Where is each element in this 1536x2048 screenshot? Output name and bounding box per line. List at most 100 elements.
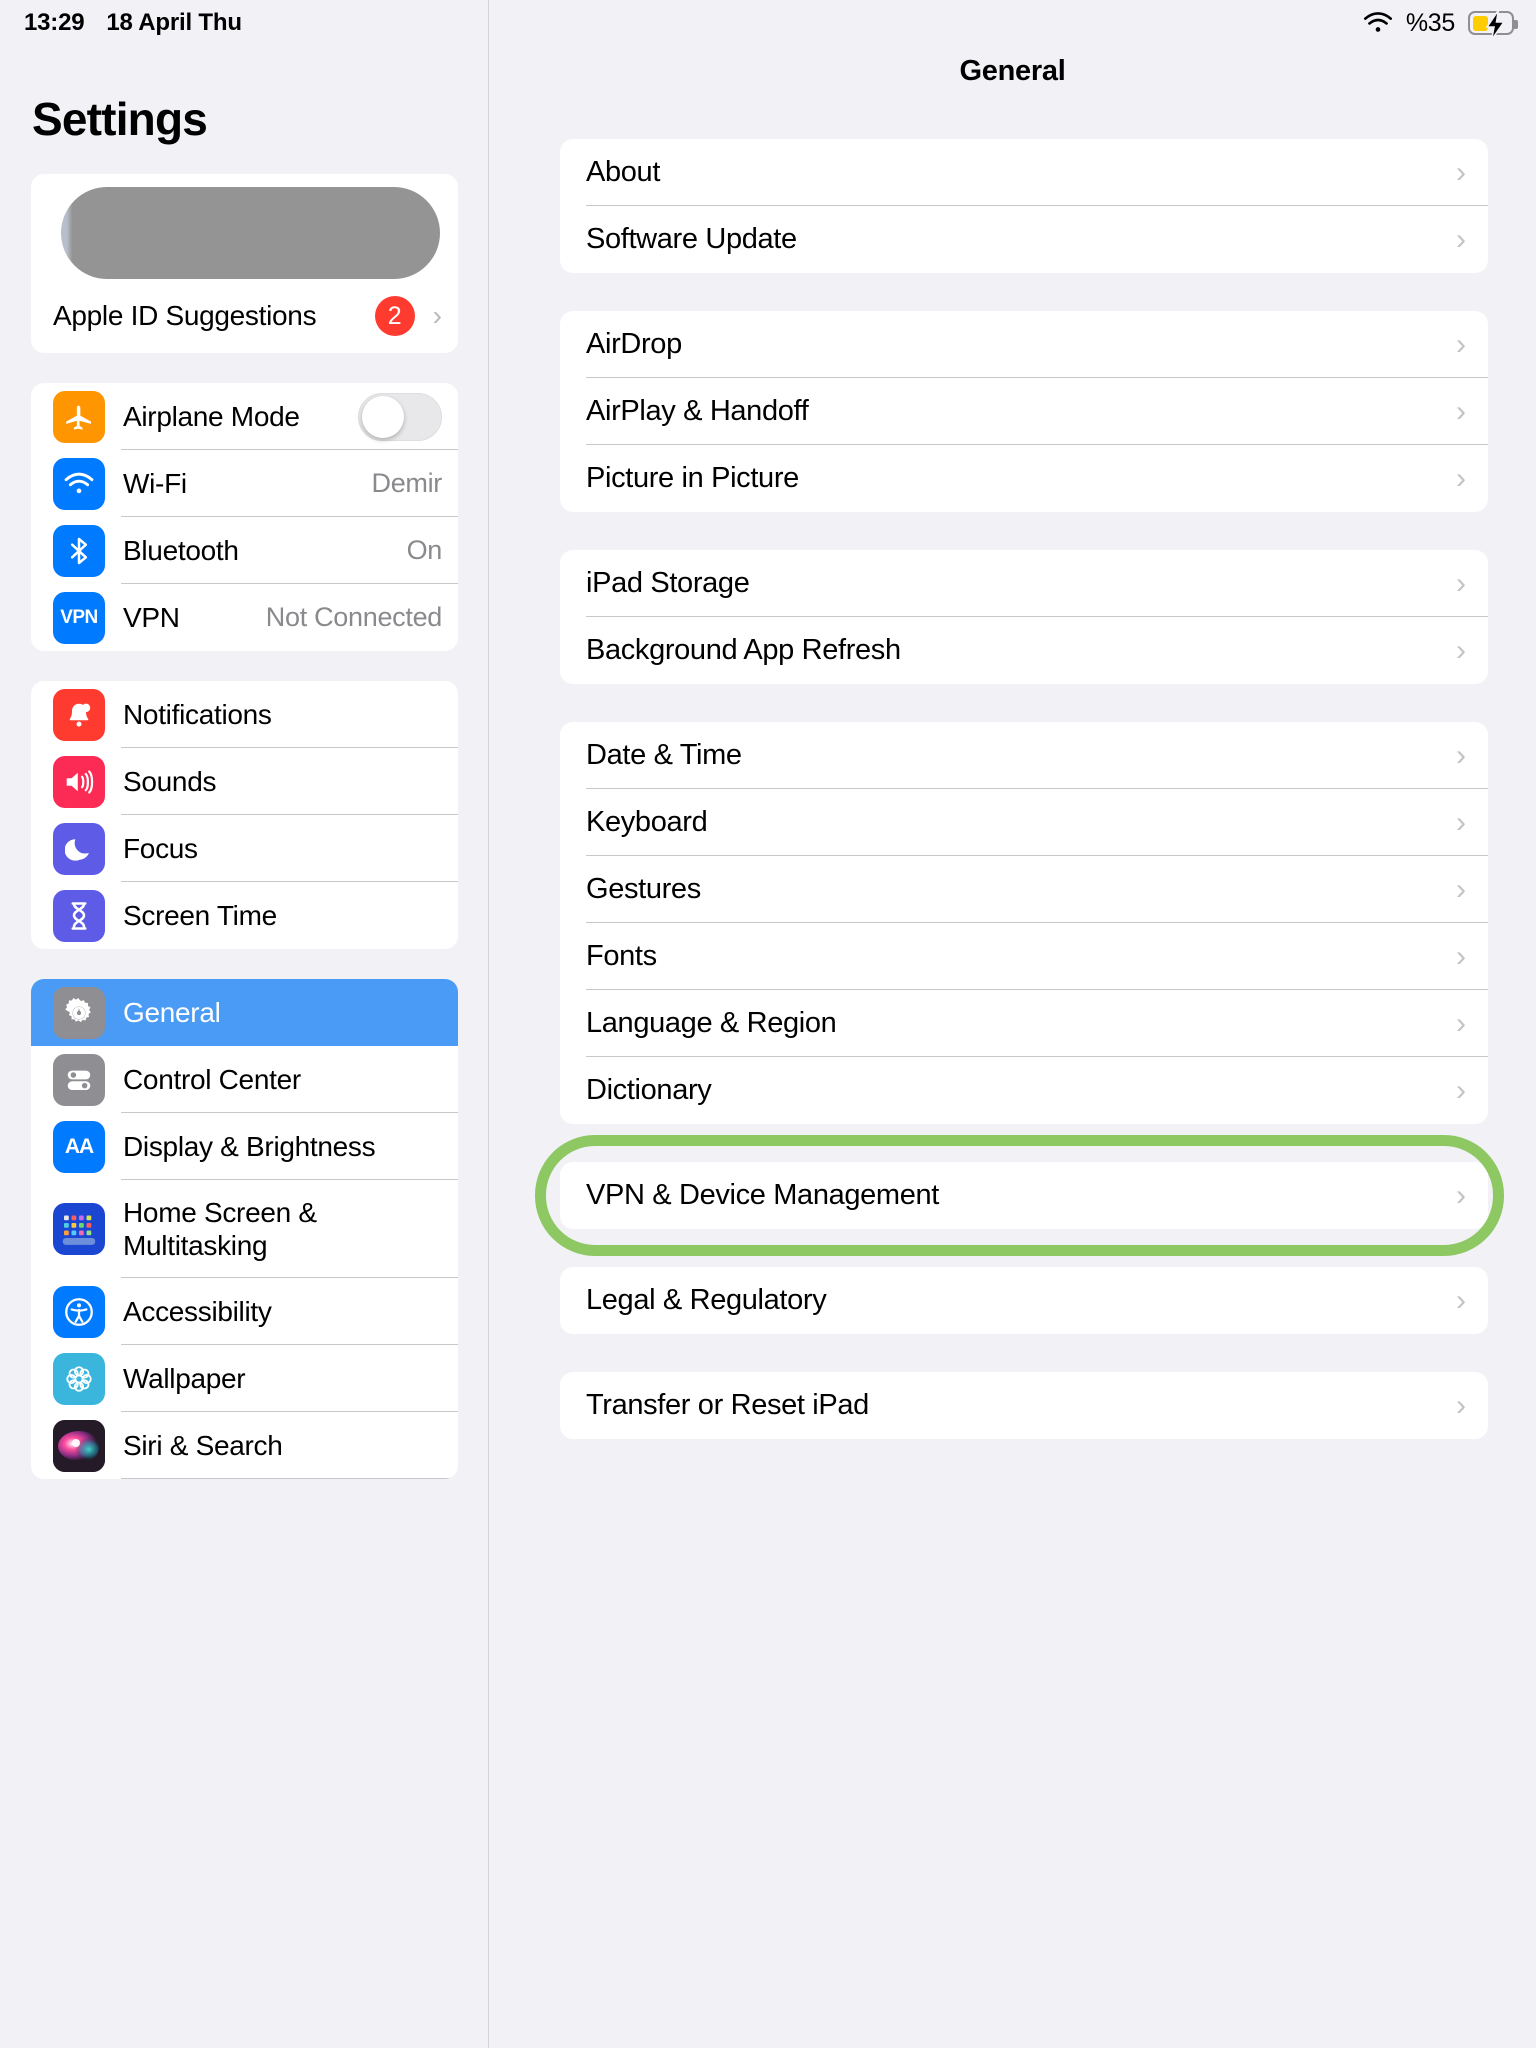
bell-icon [53,688,105,741]
page-title: Settings [32,93,208,145]
detail-item-label: Picture in Picture [586,462,799,494]
sidebar-item-label: Siri & Search [123,1429,283,1461]
detail-item-label: Transfer or Reset iPad [586,1389,869,1421]
sidebar-item-vpn[interactable]: VPN VPN Not Connected [31,584,458,651]
sidebar-item-label: Wi-Fi [123,467,187,499]
detail-item-label: AirPlay & Handoff [586,395,809,427]
sidebar-item-control-center[interactable]: Control Center [31,1046,458,1113]
sidebar-item-label: VPN [123,601,180,633]
airplane-icon [53,390,105,443]
chevron-right-icon: › [1456,461,1466,495]
moon-icon [53,822,105,875]
detail-item-fonts[interactable]: Fonts › [560,923,1488,990]
airplane-mode-toggle[interactable] [358,392,442,441]
chevron-right-icon: › [432,300,442,331]
apple-id-suggestions-label: Apple ID Suggestions [53,300,317,332]
detail-group-sharing: AirDrop › AirPlay & Handoff › Picture in… [560,311,1488,512]
detail-item-ipad-storage[interactable]: iPad Storage › [560,550,1488,617]
sidebar-item-label: General [123,996,221,1028]
chevron-right-icon: › [1456,1388,1466,1422]
chevron-right-icon: › [1456,872,1466,906]
chevron-right-icon: › [1456,1283,1466,1317]
detail-item-label: Date & Time [586,739,742,771]
status-badge: 2 [374,296,415,336]
vpn-device-management-highlight-wrapper: VPN & Device Management › [535,1135,1504,1256]
detail-item-date-time[interactable]: Date & Time › [560,722,1488,789]
sidebar-item-bluetooth[interactable]: Bluetooth On [31,517,458,584]
detail-group-transfer-reset: Transfer or Reset iPad › [560,1372,1488,1439]
chevron-right-icon: › [1456,1073,1466,1107]
detail-item-software-update[interactable]: Software Update › [560,206,1488,273]
sidebar-group-connectivity: Airplane Mode Wi-Fi Demir Bluetooth On V… [31,383,458,651]
detail-item-vpn-device-management[interactable]: VPN & Device Management › [560,1162,1488,1229]
accessibility-icon [53,1285,105,1338]
settings-sidebar: Settings Apple ID Suggestions 2 › Airpla… [0,0,489,2048]
flower-icon [53,1352,105,1405]
detail-item-label: Gestures [586,873,701,905]
detail-item-label: Legal & Regulatory [586,1284,827,1316]
detail-item-language-region[interactable]: Language & Region › [560,990,1488,1057]
detail-item-keyboard[interactable]: Keyboard › [560,789,1488,856]
vpn-state-value: Not Connected [265,602,443,632]
detail-item-label: Dictionary [586,1074,712,1106]
sidebar-item-sounds[interactable]: Sounds [31,748,458,815]
account-card: Apple ID Suggestions 2 › [31,174,458,353]
chevron-right-icon: › [1456,394,1466,428]
sidebar-item-apple-id-suggestions[interactable]: Apple ID Suggestions 2 › [31,279,458,353]
sidebar-item-label: Notifications [123,698,272,730]
sidebar-item-label: Focus [123,832,198,864]
detail-item-transfer-or-reset-ipad[interactable]: Transfer or Reset iPad › [560,1372,1488,1439]
sidebar-item-label: Accessibility [123,1295,272,1327]
sidebar-item-accessibility[interactable]: Accessibility [31,1278,458,1345]
detail-item-label: Software Update [586,223,797,255]
sidebar-item-siri-search[interactable]: Siri & Search [31,1412,458,1479]
chevron-right-icon: › [1456,566,1466,600]
speaker-icon [53,755,105,808]
sidebar-item-label: Control Center [123,1063,301,1095]
sidebar-item-wallpaper[interactable]: Wallpaper [31,1345,458,1412]
sidebar-item-display-brightness[interactable]: AA Display & Brightness [31,1113,458,1180]
detail-item-label: Keyboard [586,806,708,838]
gear-icon [53,986,105,1039]
chevron-right-icon: › [1456,1006,1466,1040]
detail-item-label: iPad Storage [586,567,750,599]
detail-group-storage: iPad Storage › Background App Refresh › [560,550,1488,684]
bluetooth-state-value: On [406,535,443,565]
detail-item-airplay-handoff[interactable]: AirPlay & Handoff › [560,378,1488,445]
sidebar-item-general[interactable]: General [31,979,458,1046]
vpn-icon: VPN [53,591,105,644]
detail-item-airdrop[interactable]: AirDrop › [560,311,1488,378]
sidebar-item-focus[interactable]: Focus [31,815,458,882]
apple-id-redacted-block [31,174,458,279]
sidebar-group-notifications: Notifications Sounds Focus Screen Time [31,681,458,949]
sliders-icon [53,1053,105,1106]
detail-item-legal-regulatory[interactable]: Legal & Regulatory › [560,1267,1488,1334]
chevron-right-icon: › [1456,633,1466,667]
detail-item-gestures[interactable]: Gestures › [560,856,1488,923]
sidebar-item-screen-time[interactable]: Screen Time [31,882,458,949]
sidebar-item-wifi[interactable]: Wi-Fi Demir [31,450,458,517]
chevron-right-icon: › [1456,1178,1466,1212]
chevron-right-icon: › [1456,155,1466,189]
detail-item-picture-in-picture[interactable]: Picture in Picture › [560,445,1488,512]
detail-item-label: Background App Refresh [586,634,901,666]
sidebar-item-home-screen-multitasking[interactable]: Home Screen & Multitasking [31,1180,458,1278]
detail-item-background-app-refresh[interactable]: Background App Refresh › [560,617,1488,684]
chevron-right-icon: › [1456,222,1466,256]
home-grid-icon [53,1203,105,1255]
sidebar-item-label: Display & Brightness [123,1130,376,1162]
sidebar-item-label: Airplane Mode [123,400,300,432]
chevron-right-icon: › [1456,939,1466,973]
detail-item-dictionary[interactable]: Dictionary › [560,1057,1488,1124]
wifi-network-value: Demir [371,468,443,498]
sidebar-item-airplane-mode[interactable]: Airplane Mode [31,383,458,450]
sidebar-item-label: Screen Time [123,899,277,931]
detail-item-label: Fonts [586,940,657,972]
wifi-icon [53,457,105,510]
detail-item-about[interactable]: About › [560,139,1488,206]
sidebar-item-notifications[interactable]: Notifications [31,681,458,748]
hourglass-icon [53,889,105,942]
sidebar-group-general: General Control Center AA Display & Brig… [31,979,458,1479]
detail-item-label: VPN & Device Management [586,1179,940,1211]
general-detail-pane: General About › Software Update › AirDro… [489,0,1536,2048]
